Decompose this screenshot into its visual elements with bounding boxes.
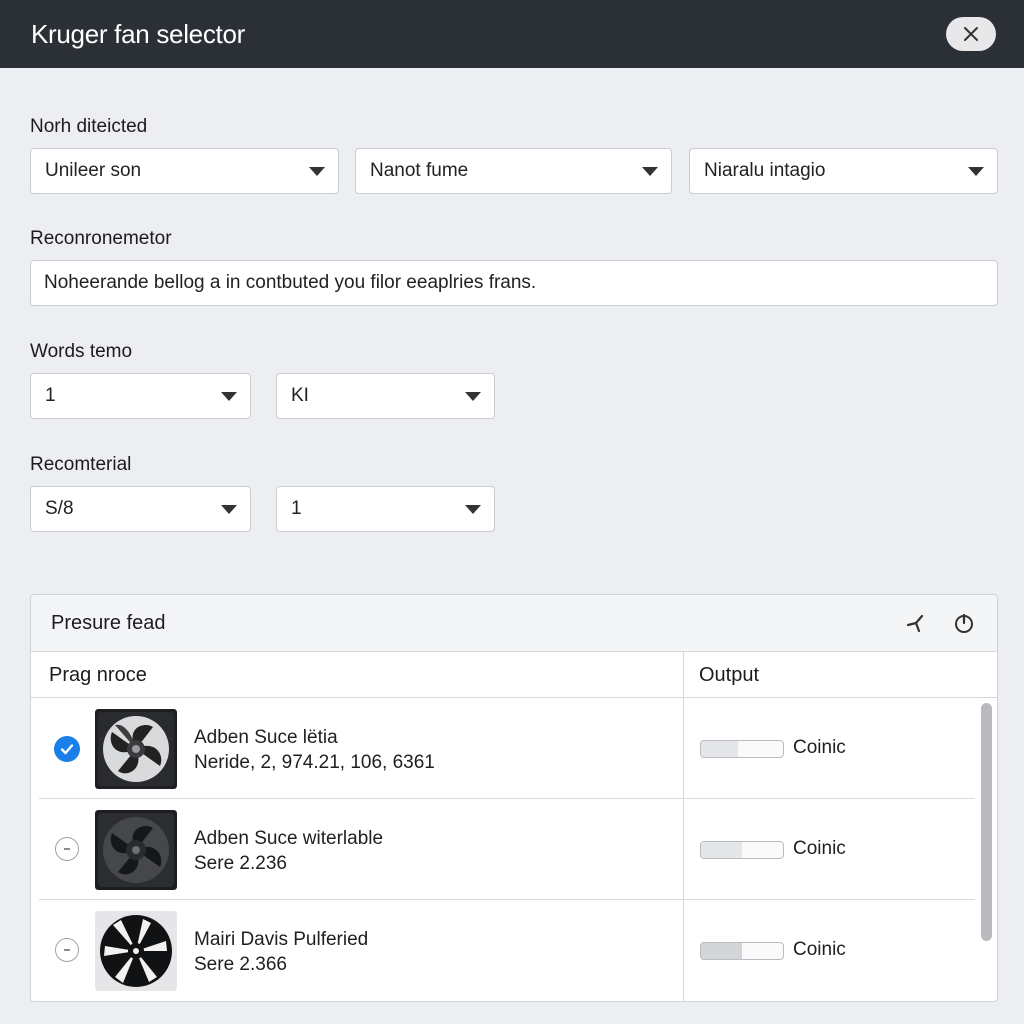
fan-glyph <box>906 614 924 633</box>
chevron-down-icon <box>221 392 237 401</box>
item-name: Adben Suce witerlable <box>194 828 384 849</box>
output-label: Coinic <box>793 939 846 960</box>
minus-icon <box>64 949 70 951</box>
column-header-process[interactable]: Prag nroce <box>49 652 147 698</box>
item-name: Mairi Davis Pulferied <box>194 929 369 950</box>
column-header-output[interactable]: Output <box>699 652 759 698</box>
table-row[interactable]: Adben Suce lëtia Neride, 2, 974.21, 106,… <box>31 698 976 799</box>
results-panel: Presure fead Prag nroce Output Adben Suc… <box>30 594 998 1002</box>
close-button[interactable] <box>946 17 996 51</box>
item-spec: Neride, 2, 974.21, 106, 6361 <box>194 752 435 773</box>
fan-thumbnail <box>95 911 177 991</box>
scrollbar[interactable] <box>981 703 992 941</box>
minus-icon <box>64 848 70 850</box>
output-label: Coinic <box>793 737 846 758</box>
fan-icon[interactable] <box>903 610 929 636</box>
output-bar-fill <box>701 741 738 757</box>
district-select-1[interactable]: Unileer son <box>30 148 339 194</box>
output-bar-fill <box>701 943 742 959</box>
select-value: 1 <box>45 385 56 406</box>
close-icon <box>964 27 978 41</box>
chevron-down-icon <box>221 505 237 514</box>
power-icon[interactable] <box>951 610 977 636</box>
fan-image <box>95 810 177 890</box>
check-icon <box>60 744 74 755</box>
recommendation-field[interactable]: Noheerande bellog a in contbuted you fil… <box>30 260 998 306</box>
recommendation-text: Noheerande bellog a in contbuted you fil… <box>44 272 537 293</box>
select-value: Nanot fume <box>370 160 469 181</box>
output-bar <box>700 740 784 758</box>
district-select-2[interactable]: Nanot fume <box>355 148 672 194</box>
checkbox-unchecked[interactable] <box>55 938 79 962</box>
checkbox-unchecked[interactable] <box>55 837 79 861</box>
window-title: Kruger fan selector <box>31 18 245 49</box>
output-bar <box>700 942 784 960</box>
panel-header: Presure fead <box>31 595 997 652</box>
select-value: Unileer son <box>45 160 142 181</box>
chevron-down-icon <box>465 392 481 401</box>
table-row[interactable]: Mairi Davis Pulferied Sere 2.366 Coinic <box>31 900 976 1001</box>
words-select-2[interactable]: KI <box>276 373 495 419</box>
power-glyph <box>955 613 973 633</box>
output-bar <box>700 841 784 859</box>
panel-title: Presure fead <box>51 612 166 634</box>
checkbox-checked[interactable] <box>54 736 80 762</box>
fan-image <box>95 709 177 789</box>
select-value: KI <box>291 385 309 406</box>
chevron-down-icon <box>642 167 658 176</box>
select-value: Niaralu intagio <box>704 160 826 181</box>
section-label-material: Recomterial <box>30 454 132 475</box>
section-label-district: Norh diteicted <box>30 116 148 137</box>
item-name: Adben Suce lëtia <box>194 727 338 748</box>
district-select-3[interactable]: Niaralu intagio <box>689 148 998 194</box>
fan-thumbnail <box>95 709 177 789</box>
chevron-down-icon <box>465 505 481 514</box>
title-bar: Kruger fan selector <box>0 0 1024 68</box>
chevron-down-icon <box>309 167 325 176</box>
table-row[interactable]: Adben Suce witerlable Sere 2.236 Coinic <box>31 799 976 900</box>
fan-image <box>95 911 177 991</box>
fan-thumbnail <box>95 810 177 890</box>
select-value: S/8 <box>45 498 74 519</box>
select-value: 1 <box>291 498 302 519</box>
output-bar-fill <box>701 842 742 858</box>
material-select-2[interactable]: 1 <box>276 486 495 532</box>
section-label-words: Words temo <box>30 341 133 362</box>
section-label-recommendation: Reconronemetor <box>30 228 172 249</box>
item-spec: Sere 2.236 <box>194 853 287 874</box>
material-select-1[interactable]: S/8 <box>30 486 251 532</box>
output-label: Coinic <box>793 838 846 859</box>
words-select-1[interactable]: 1 <box>30 373 251 419</box>
item-spec: Sere 2.366 <box>194 954 287 975</box>
chevron-down-icon <box>968 167 984 176</box>
